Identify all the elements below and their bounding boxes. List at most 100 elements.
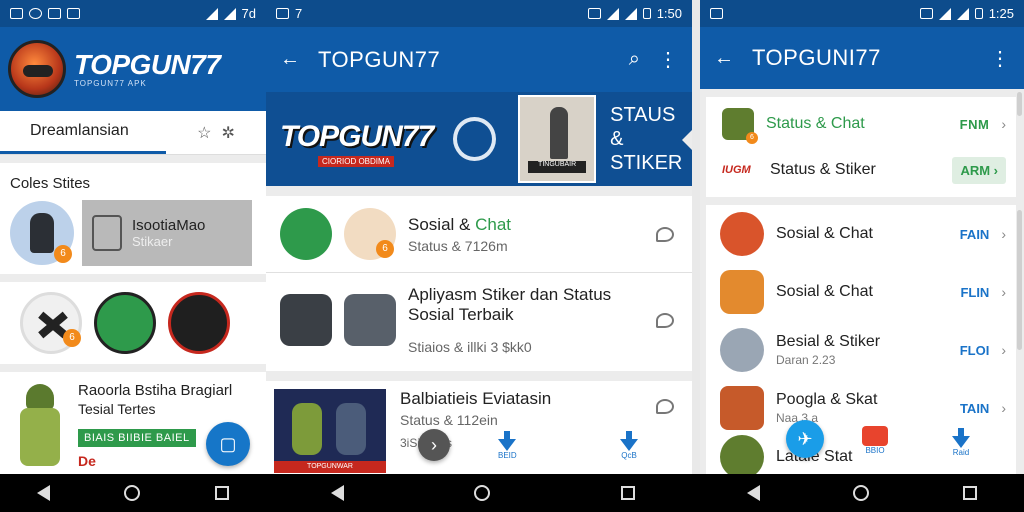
download-button[interactable]: Raid <box>952 428 970 457</box>
signal-icon <box>624 7 637 20</box>
green-action-button[interactable]: BIAIS BIIBIE BAIEL <box>78 429 196 447</box>
share-fab-button[interactable]: ✈ <box>786 420 824 458</box>
vibrate-icon <box>919 8 933 19</box>
item-label: Sosial & Chat <box>776 225 873 242</box>
sticker-round-icon <box>720 386 764 430</box>
status-bar: 7 1:50 <box>266 0 692 27</box>
sticker-pack-icon <box>92 215 122 251</box>
chat-bubble-icon[interactable] <box>656 226 674 242</box>
item-action[interactable]: FLIN <box>960 285 989 300</box>
signal-icon <box>205 7 218 20</box>
banner-title: STAUS & STIKER <box>610 104 683 174</box>
nav-back-icon[interactable] <box>37 485 51 501</box>
list-card: 6 Sosial & Chat Status & 7126m Apliyasm … <box>266 196 692 371</box>
item-subtitle: Stiaios & illki 3 $kk0 <box>408 339 532 355</box>
chat-bubble-icon[interactable] <box>656 399 674 414</box>
tab-active[interactable]: Dreamlansian <box>0 111 166 154</box>
soldier-avatar: 6 <box>344 208 396 260</box>
nav-back-icon[interactable] <box>331 485 345 501</box>
nav-home-icon[interactable] <box>474 485 491 501</box>
star-icon[interactable]: ☆ <box>197 123 211 143</box>
list-item[interactable]: IUGM Status & Stiker ARM › <box>706 147 1016 193</box>
overflow-menu-icon[interactable]: ⋮ <box>658 47 678 72</box>
sticker-round-icon <box>720 328 764 372</box>
item-action[interactable]: FAIN <box>960 227 990 242</box>
nav-recents-icon[interactable] <box>214 486 229 500</box>
status-time: 1:50 <box>656 6 682 21</box>
chat-bubble-icon: ▢ <box>219 433 237 454</box>
nav-back-icon[interactable] <box>746 485 760 501</box>
download-button[interactable]: QcB <box>620 431 638 460</box>
overflow-menu-icon[interactable]: ⋮ <box>990 46 1010 71</box>
sticker-green-emblem-icon[interactable] <box>94 292 156 354</box>
list-item[interactable]: Sosial & Chat FLIN › <box>706 263 1016 321</box>
settings-icon[interactable]: ✲ <box>221 123 234 143</box>
item-label: Status & Stiker <box>770 161 876 178</box>
item-action-button[interactable]: ARM › <box>952 156 1006 184</box>
image-icon <box>710 8 723 19</box>
item-subtitle: Status & 7126m <box>408 237 508 254</box>
item-label: Sosial & Chat <box>776 283 873 300</box>
page-title: TOPGUN77 <box>318 46 441 72</box>
scrollbar[interactable] <box>1017 210 1022 350</box>
nav-recents-icon[interactable] <box>963 486 978 500</box>
thumbnail-image: TOPGUNWAR <box>274 389 386 473</box>
item-subtitle: Daran 2.23 <box>776 353 836 367</box>
card-subtitle: Stikaer <box>132 234 173 249</box>
avatar[interactable]: 6 <box>10 201 74 265</box>
back-arrow-icon[interactable]: ← <box>714 47 734 70</box>
scrollbar[interactable] <box>1017 92 1022 116</box>
search-icon[interactable]: ⌕ <box>629 48 640 71</box>
nav-home-icon[interactable] <box>853 485 870 501</box>
download-button[interactable]: BEID <box>498 431 517 460</box>
list-item[interactable]: TOPGUNWAR Balbiatieis Eviatasin Status &… <box>266 381 692 474</box>
system-nav-bar <box>0 474 1024 512</box>
page-title: TOPGUNI77 <box>752 45 881 70</box>
image-icon <box>67 8 80 19</box>
status-bar: 7d <box>0 0 266 27</box>
play-button[interactable]: › <box>418 429 450 461</box>
list-item[interactable]: Apliyasm Stiker dan Status Sosial Terbai… <box>266 272 692 371</box>
sticker-badge-emblem-icon[interactable] <box>168 292 230 354</box>
back-arrow-icon[interactable]: ← <box>280 48 300 71</box>
soldier-avatar <box>280 208 332 260</box>
notification-icon <box>48 8 61 19</box>
item-title: Balbiatieis Eviatasin <box>400 389 552 408</box>
promo-banner[interactable]: TOPGUN77 CIORIOD OBDIMA TINGUBAIR STAUS … <box>266 92 692 186</box>
helmet-logo-icon <box>8 40 66 98</box>
video-icon <box>862 426 888 446</box>
item-action[interactable]: TAIN <box>960 401 989 416</box>
banner-image: TINGUBAIR <box>518 95 597 183</box>
sticker-round-icon <box>720 435 764 474</box>
section-coles-stites: Coles Stites 6 IsootiaMao Stikaer <box>0 163 266 274</box>
item-action[interactable]: FNM <box>960 117 990 132</box>
video-button[interactable]: BBIO <box>862 426 888 455</box>
chat-fab-button[interactable]: ▢ <box>206 422 250 466</box>
banner-arrow-icon <box>682 130 692 150</box>
sticker-row: 6 <box>0 282 266 364</box>
screen-3: 1:25 ← TOPGUNI77 ⋮ 6 Status & Chat FNM ›… <box>700 0 1024 474</box>
list-item[interactable]: 6 Sosial & Chat Status & 7126m <box>266 196 692 272</box>
chevron-right-icon: › <box>1001 226 1006 242</box>
app-logo-text: TOPGUN77 <box>74 48 221 80</box>
list-item[interactable]: 6 Status & Chat FNM › <box>706 101 1016 147</box>
image-icon <box>276 8 289 19</box>
nav-recents-icon[interactable] <box>620 486 635 500</box>
card-title: IsootiaMao <box>132 217 206 234</box>
section-title: Coles Stites <box>10 175 91 192</box>
chevron-right-icon: › <box>1001 400 1006 416</box>
status-time: 1:25 <box>988 6 1014 21</box>
chat-bubble-icon[interactable] <box>656 312 674 328</box>
download-icon <box>498 439 517 451</box>
sticker-item-card[interactable]: Raoorla Bstiha Bragiarl Tesial Tertes BI… <box>0 372 266 474</box>
sticker-crossed-swords-icon[interactable]: 6 <box>20 292 82 354</box>
app-bar: ← TOPGUN77 ⌕ ⋮ <box>266 27 692 92</box>
vibrate-icon <box>587 8 601 19</box>
item-action[interactable]: FLOI <box>960 343 990 358</box>
list-item[interactable]: Besial & Stiker Daran 2.23 FLOI › <box>706 321 1016 379</box>
item-subtitle: Tesial Tertes <box>78 401 156 417</box>
tab-bar: Dreamlansian ☆ ✲ <box>0 111 266 155</box>
sticker-pack-card[interactable]: IsootiaMao Stikaer <box>82 200 252 266</box>
nav-home-icon[interactable] <box>124 485 141 501</box>
list-item[interactable]: Sosial & Chat FAIN › <box>706 205 1016 263</box>
